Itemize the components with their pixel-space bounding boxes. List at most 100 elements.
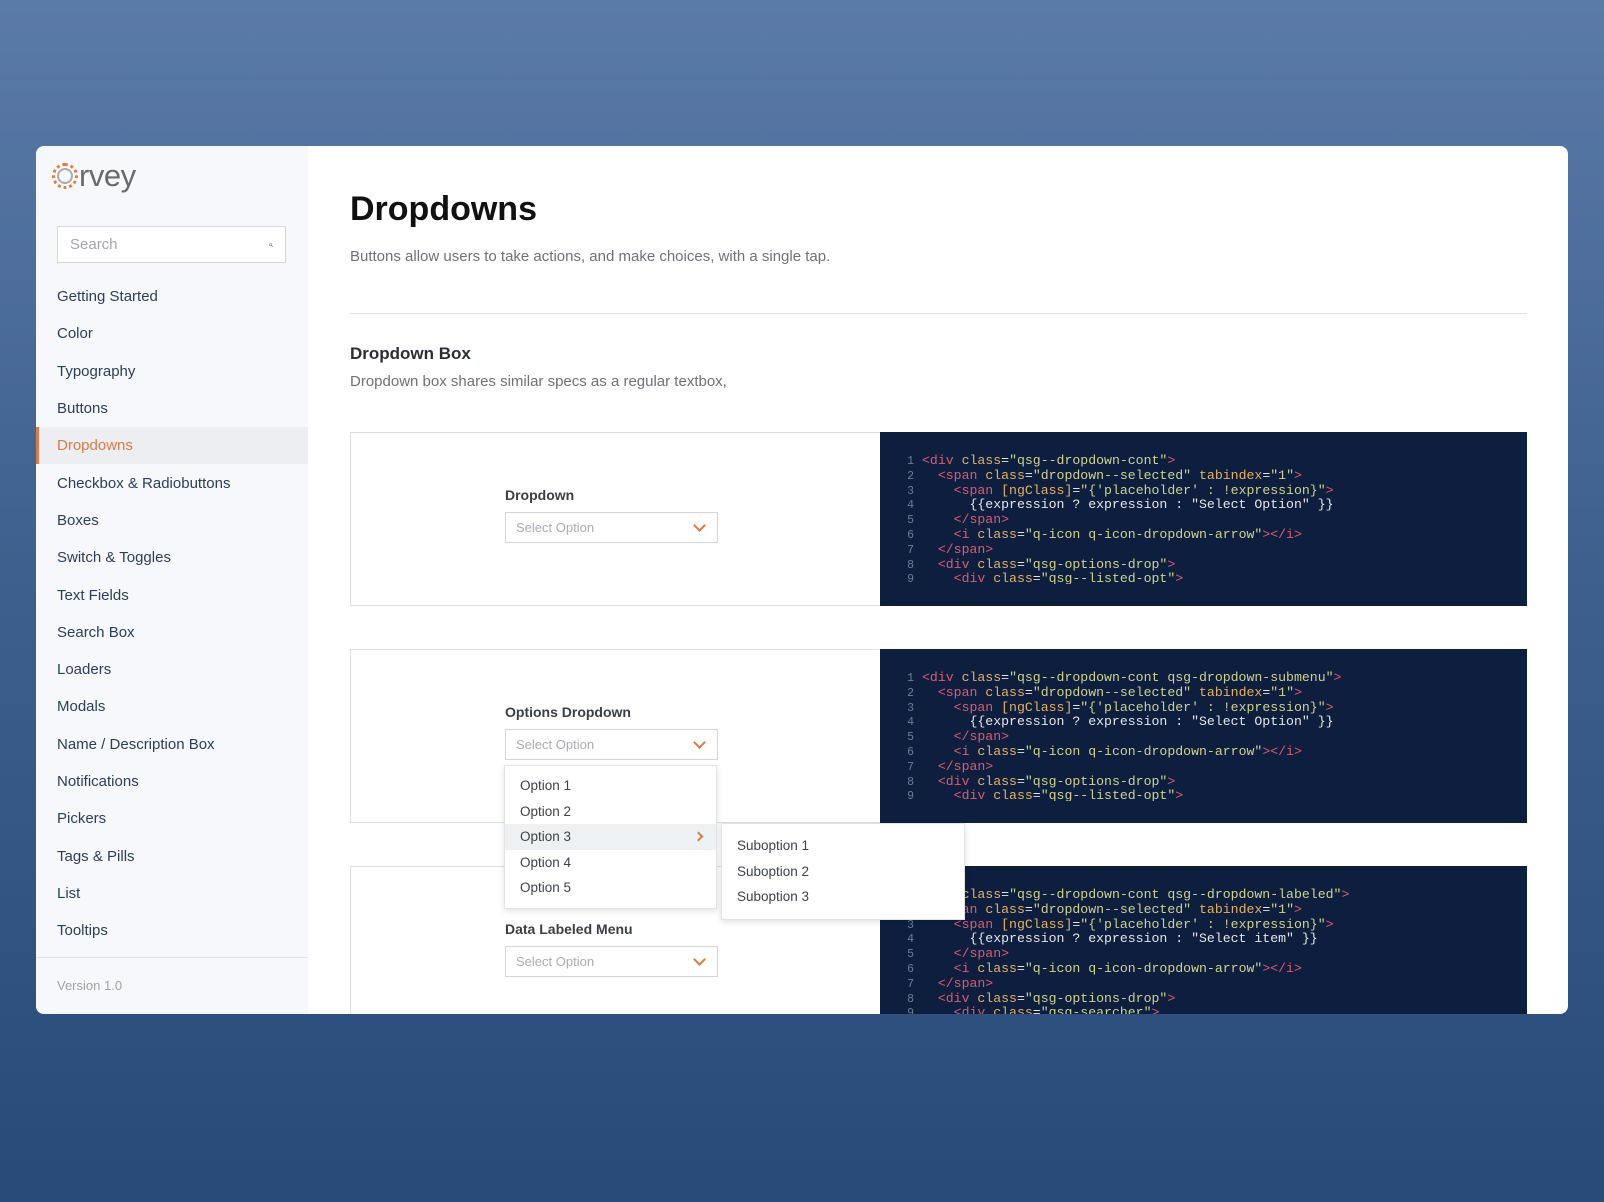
code-token: <div [922, 454, 954, 468]
code-token: <div [953, 1005, 986, 1014]
option-item[interactable]: Option 3 [505, 824, 716, 850]
field-label: Data Labeled Menu [505, 921, 633, 937]
code-token: class [977, 684, 1025, 700]
option-item[interactable]: Option 5 [505, 875, 716, 901]
code-token: > [1151, 1005, 1160, 1014]
code-token: <i [953, 526, 970, 542]
sidebar-item-typography[interactable]: Typography [36, 353, 308, 390]
dropdown-select[interactable]: Select Option [505, 512, 718, 543]
sidebar-item-tags-pills[interactable]: Tags & Pills [36, 837, 308, 874]
code-line: 3 <span [ngClass]="{'placeholder' : !exp… [896, 700, 1341, 716]
code-line: 7 </span> [896, 976, 1349, 992]
sidebar-item-dropdowns[interactable]: Dropdowns [36, 427, 308, 465]
code-token: = [1001, 888, 1010, 902]
code-token: <div [922, 671, 954, 685]
line-number: 8 [907, 775, 914, 789]
code-token: = [1016, 960, 1025, 976]
sidebar-item-buttons[interactable]: Buttons [36, 390, 308, 427]
code-token: ></i> [1262, 960, 1302, 976]
code-token: <div [937, 990, 970, 1006]
divider [350, 313, 1527, 314]
option-item[interactable]: Option 4 [505, 850, 716, 876]
option-item[interactable]: Option 2 [505, 799, 716, 825]
search-box[interactable] [57, 226, 286, 263]
sidebar-item-loaders[interactable]: Loaders [36, 651, 308, 688]
code-token: </span> [937, 541, 994, 557]
code-line: 7 </span> [896, 541, 1334, 558]
sidebar-item-modals[interactable]: Modals [36, 688, 308, 725]
code-token: <div [953, 788, 986, 801]
code-token: [ngClass] [993, 916, 1073, 932]
code-line: 6 <i class="q-icon q-icon-dropdown-arrow… [896, 962, 1349, 977]
code-token: class [969, 743, 1017, 759]
code-token: = [1001, 454, 1010, 468]
line-number: 5 [907, 731, 914, 745]
code-token: > [1341, 888, 1350, 902]
line-number: 3 [907, 701, 914, 715]
code-token: {{expression ? expression : "Select Opti… [922, 497, 1334, 513]
sidebar-item-text-fields[interactable]: Text Fields [36, 576, 308, 613]
code-token: <div [937, 773, 970, 789]
options-menu: Option 1 Option 2 Option 3 Option 4 Option 5 [504, 765, 717, 909]
sidebar-item-search-box[interactable]: Search Box [36, 614, 308, 651]
code-token: <i [953, 960, 970, 976]
sidebar-item-checkbox-radiobuttons[interactable]: Checkbox & Radiobuttons [36, 464, 308, 501]
code-token: class [969, 960, 1017, 976]
page-description: Buttons allow users to take actions, and… [350, 248, 831, 265]
line-number: 2 [907, 469, 914, 483]
search-icon[interactable] [269, 236, 273, 254]
code-token: > [1325, 482, 1334, 498]
code-token: "1" [1270, 684, 1294, 700]
code-line: 4 {{expression ? expression : "Select Op… [896, 715, 1341, 730]
code-token: class [969, 773, 1017, 789]
code-line: 1 <div class="qsg--dropdown-cont"> [896, 454, 1334, 469]
sidebar-item-getting-started[interactable]: Getting Started [36, 278, 308, 315]
sidebar-item-color[interactable]: Color [36, 315, 308, 352]
code-token: > [1167, 556, 1176, 572]
code-line: 1 <div class="qsg--dropdown-cont qsg-drop… [896, 671, 1341, 686]
sidebar-item-tooltips[interactable]: Tooltips [36, 912, 308, 949]
code-line: 6 <i class="q-icon q-icon-dropdown-arrow… [896, 745, 1341, 760]
code-token: class [969, 990, 1017, 1006]
code-token: = [1024, 467, 1033, 483]
suboption-item[interactable]: Suboption 3 [722, 884, 964, 910]
code-line: 5 </span> [896, 730, 1341, 745]
sidebar-item-notifications[interactable]: Notifications [36, 763, 308, 800]
main-content: Dropdowns Buttons allow users to take ac… [308, 146, 1568, 1014]
options-dropdown-select[interactable]: Select Option [505, 729, 718, 760]
code-token: = [1032, 1005, 1041, 1014]
code-token: ></i> [1262, 743, 1302, 759]
code-line: 9 <div class="qsg--listed-opt"> [896, 789, 1341, 801]
code-token: > [1294, 467, 1302, 483]
code-token: class [985, 1005, 1033, 1014]
option-item[interactable]: Option 1 [505, 773, 716, 799]
line-number: 1 [907, 672, 914, 685]
sidebar-item-boxes[interactable]: Boxes [36, 502, 308, 539]
sidebar-item-name-description-box[interactable]: Name / Description Box [36, 726, 308, 763]
data-labeled-select[interactable]: Select Option [505, 946, 718, 977]
code-token: = [1024, 684, 1033, 700]
suboption-item[interactable]: Suboption 2 [722, 859, 964, 885]
code-token: [ngClass] [993, 482, 1073, 498]
chevron-right-icon [693, 831, 704, 842]
option-label: Option 5 [520, 880, 572, 896]
suboption-item[interactable]: Suboption 1 [722, 833, 964, 859]
code-token: </span> [953, 946, 1010, 962]
sidebar-item-pickers[interactable]: Pickers [36, 800, 308, 837]
sidebar-item-list[interactable]: List [36, 875, 308, 912]
field-label: Options Dropdown [505, 704, 631, 720]
search-input[interactable] [70, 236, 269, 253]
select-placeholder: Select Option [516, 520, 595, 535]
code-block: 1 <div class="qsg--dropdown-cont"> 2 <span… [880, 432, 1527, 606]
code-token: class [977, 467, 1025, 483]
section-description: Dropdown box shares similar specs as a r… [350, 373, 727, 390]
logo[interactable]: rvey [52, 160, 136, 191]
sidebar-item-switch-toggles[interactable]: Switch & Toggles [36, 539, 308, 576]
